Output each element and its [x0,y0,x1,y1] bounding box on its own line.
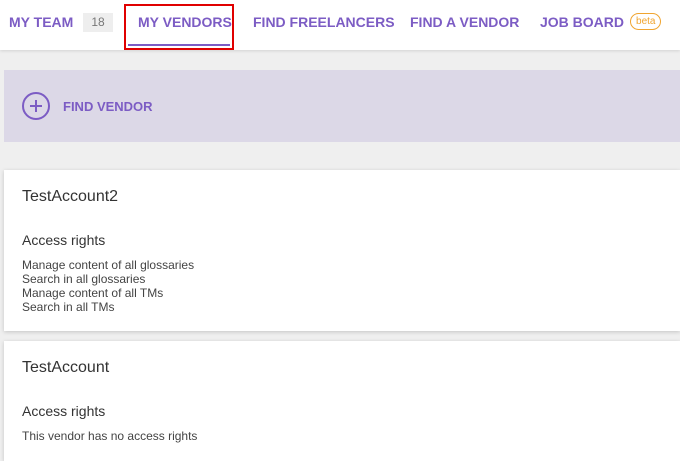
tab-find-a-vendor[interactable]: FIND A VENDOR [410,0,519,46]
tab-my-team-label: MY TEAM [9,14,74,30]
find-vendor-panel: FIND VENDOR [4,70,680,142]
tab-my-vendors-label: MY VENDORS [138,14,232,30]
access-rights-heading: Access rights [22,403,106,419]
tab-find-freelancers-label: FIND FREELANCERS [253,14,395,30]
tab-my-team[interactable]: MY TEAM 18 [9,0,113,46]
top-nav: MY TEAM 18 MY VENDORS FIND FREELANCERS FI… [0,0,680,50]
access-right-item: Search in all glossaries [22,272,146,286]
tab-job-board-label: JOB BOARD [540,14,625,30]
vendor-card: TestAccount Access rights This vendor ha… [4,341,680,461]
find-vendor-button[interactable]: FIND VENDOR [22,90,153,122]
beta-badge: beta [630,12,662,30]
vendor-name: TestAccount2 [22,188,119,205]
access-rights-heading: Access rights [22,232,106,248]
access-rights-list: This vendor has no access rights [22,429,197,443]
active-tab-indicator [128,44,230,46]
access-right-item: Manage content of all TMs [22,286,164,300]
vendor-card: TestAccount2 Access rights Manage conten… [4,170,680,331]
find-vendor-label: FIND VENDOR [63,98,153,114]
plus-circle-icon [22,92,50,120]
access-rights-list: Manage content of all glossaries Search … [22,258,194,314]
access-right-item: Search in all TMs [22,300,115,314]
tab-find-freelancers[interactable]: FIND FREELANCERS [253,0,395,46]
tab-my-vendors[interactable]: MY VENDORS [138,0,232,46]
access-right-item: Manage content of all glossaries [22,258,195,272]
vendor-name: TestAccount [22,359,110,376]
access-right-item: This vendor has no access rights [22,429,198,443]
tab-find-a-vendor-label: FIND A VENDOR [410,14,520,30]
tab-job-board[interactable]: JOB BOARD beta [540,0,662,46]
team-count-badge: 18 [83,12,113,32]
